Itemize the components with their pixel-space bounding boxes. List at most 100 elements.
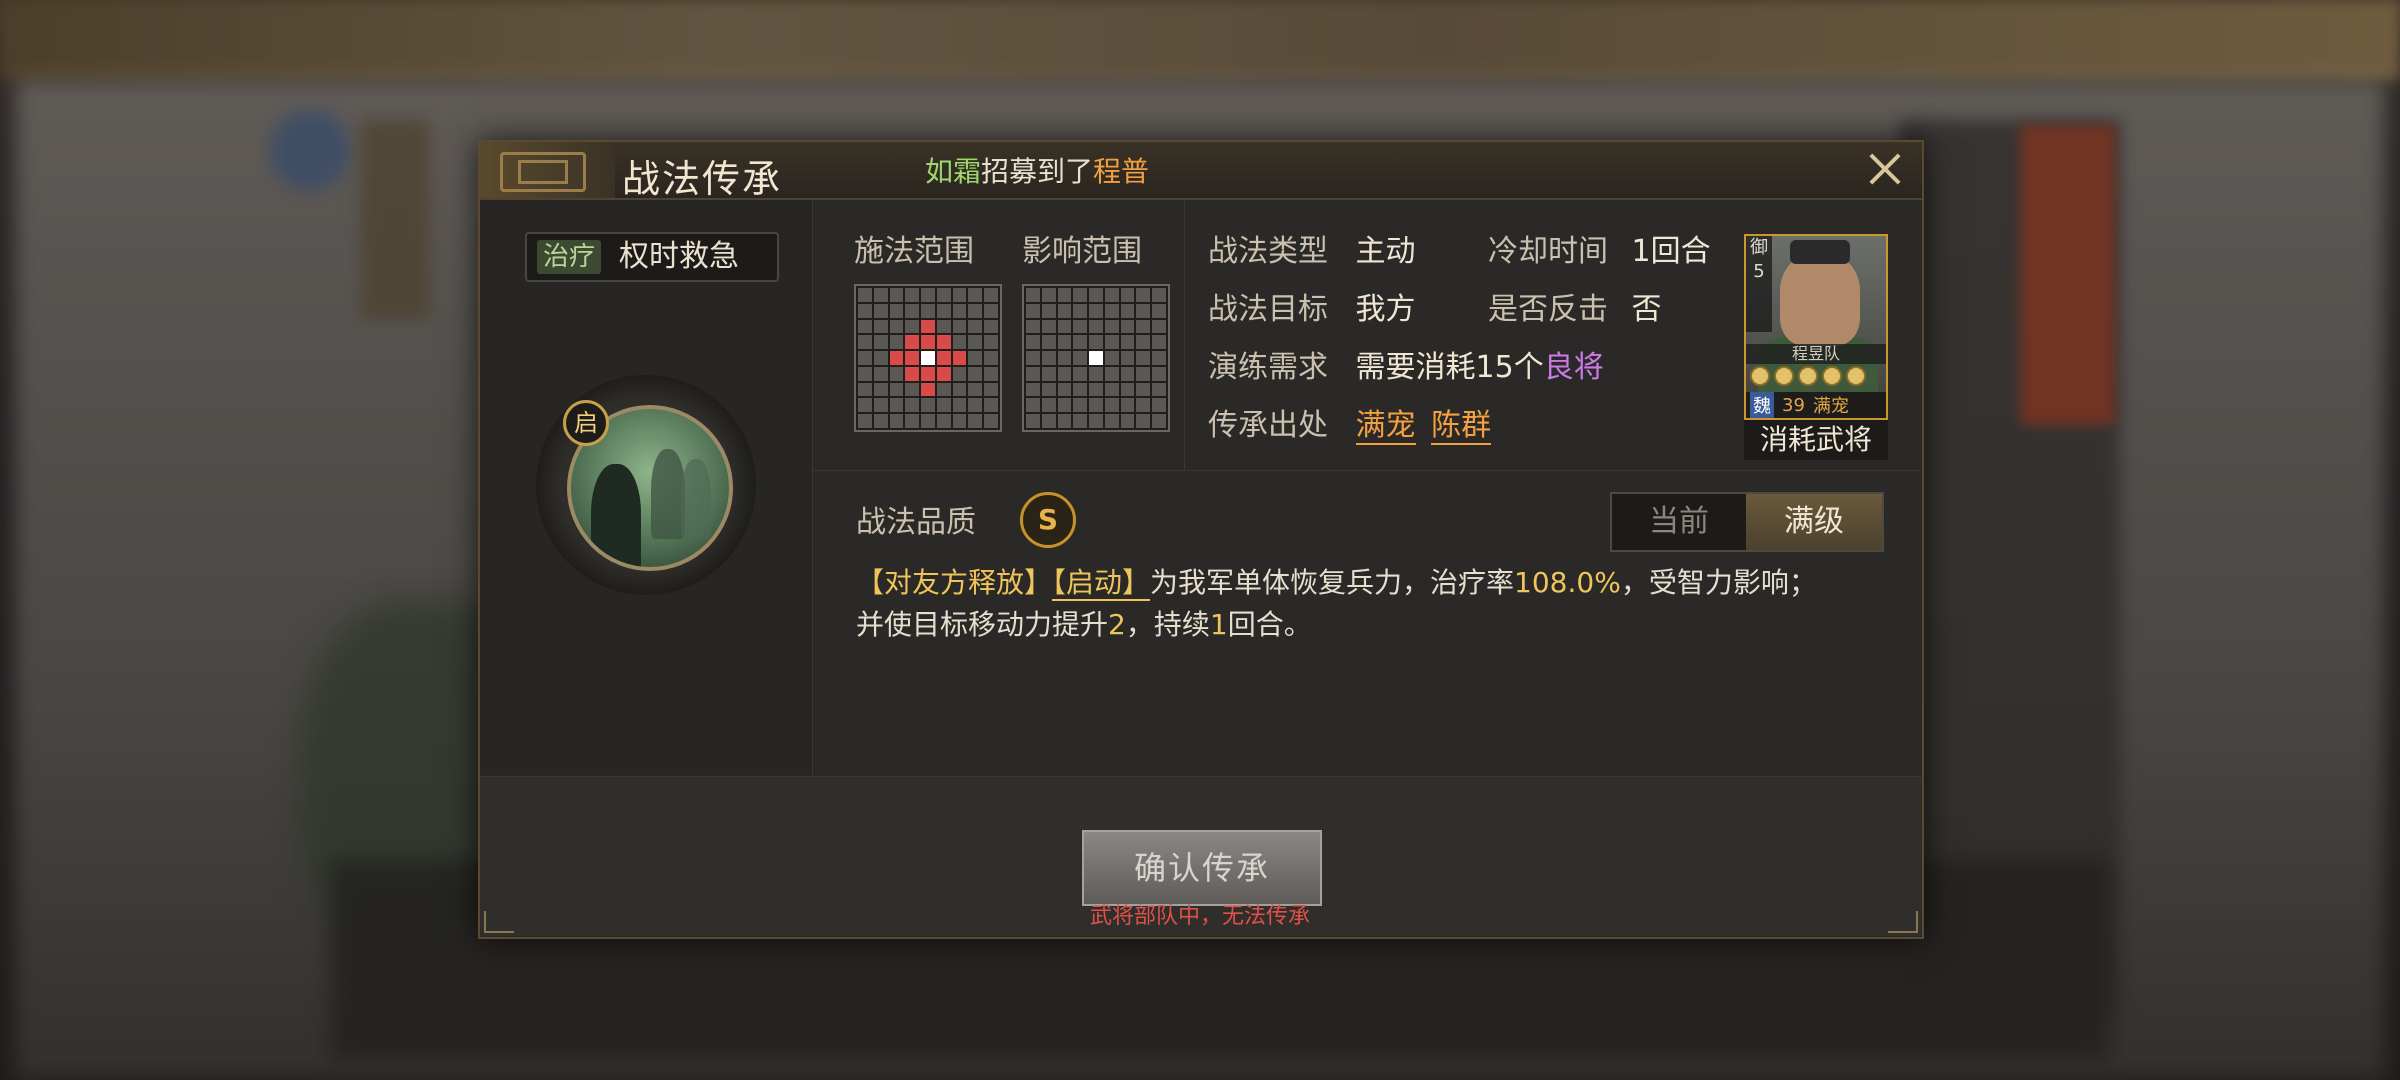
range-cell	[858, 398, 872, 413]
source-label: 传承出处	[1208, 408, 1328, 443]
range-cell	[1057, 398, 1072, 413]
range-cell	[968, 414, 983, 428]
range-cell	[889, 351, 904, 365]
range-cell	[936, 398, 951, 413]
range-cell	[905, 366, 920, 381]
source-general-2[interactable]: 陈群	[1431, 408, 1492, 445]
range-cell	[1041, 303, 1056, 318]
range-cell	[921, 288, 935, 302]
range-cell	[968, 366, 983, 381]
cooldown-label: 冷却时间	[1488, 234, 1608, 269]
range-cell	[1026, 414, 1040, 428]
range-cell	[921, 303, 935, 318]
range-cell	[1120, 319, 1135, 334]
range-cell	[1120, 414, 1135, 428]
range-cell	[1120, 366, 1135, 381]
range-cell	[921, 335, 935, 350]
divider	[812, 470, 1920, 471]
counter-value: 否	[1631, 292, 1662, 327]
confirm-inherit-button[interactable]: 确认传承	[1082, 830, 1322, 906]
source-general-1[interactable]: 满宠	[1355, 408, 1416, 445]
range-cell	[984, 288, 998, 302]
range-cell	[952, 366, 967, 381]
range-cell	[1104, 398, 1119, 413]
cooldown-value: 1回合	[1631, 234, 1711, 269]
range-cell	[858, 288, 872, 302]
range-cell	[873, 398, 888, 413]
dialog-title: 战法传承	[622, 157, 783, 201]
range-cell	[1152, 414, 1166, 428]
range-cell	[1041, 288, 1056, 302]
range-cell	[952, 303, 967, 318]
range-cell	[1089, 288, 1103, 302]
range-cell	[873, 351, 888, 365]
range-cell	[1104, 288, 1119, 302]
cast-range-label: 施法范围	[854, 234, 974, 269]
title-bar: 战法传承 如霜招募到了程普	[480, 142, 1922, 201]
desc-tag-2: 【启动】	[1052, 566, 1151, 601]
range-cell	[1026, 366, 1040, 381]
range-cell	[1136, 319, 1151, 334]
range-cell	[1104, 335, 1119, 350]
range-cell	[1152, 398, 1166, 413]
desc-text-2: ，受智力影响；	[1620, 566, 1817, 599]
notice-player: 如霜	[925, 155, 982, 188]
range-cell	[936, 335, 951, 350]
range-cell	[858, 366, 872, 381]
range-cell	[1041, 398, 1056, 413]
toggle-max[interactable]: 满级	[1746, 494, 1882, 550]
card-side-info: 御 5	[1746, 236, 1772, 332]
range-cell	[968, 335, 983, 350]
range-cell	[984, 319, 998, 334]
range-cell	[921, 382, 935, 397]
target-value: 我方	[1355, 292, 1416, 327]
consumed-general-card[interactable]: 御 5 程昱队 魏 39 满宠	[1744, 234, 1888, 420]
range-cell	[984, 398, 998, 413]
toggle-current[interactable]: 当前	[1612, 494, 1746, 550]
range-cell	[1073, 351, 1088, 365]
notice-text: 招募到了	[981, 155, 1094, 188]
range-cell	[1089, 351, 1103, 365]
range-cell	[1041, 366, 1056, 381]
range-cell	[1057, 382, 1072, 397]
range-cell	[1089, 414, 1103, 428]
desc-boost: 2	[1108, 608, 1126, 641]
range-cell	[1089, 382, 1103, 397]
range-cell	[1152, 335, 1166, 350]
range-cell	[1089, 303, 1103, 318]
range-cell	[1152, 288, 1166, 302]
range-cell	[921, 398, 935, 413]
practice-label: 演练需求	[1208, 350, 1328, 385]
range-cell	[1104, 303, 1119, 318]
range-cell	[1152, 303, 1166, 318]
range-cell	[1073, 319, 1088, 334]
range-cell	[936, 382, 951, 397]
range-cell	[936, 351, 951, 365]
target-label: 战法目标	[1208, 292, 1328, 327]
range-cell	[1057, 288, 1072, 302]
range-cell	[858, 414, 872, 428]
range-cell	[1089, 335, 1103, 350]
practice-item: 良将	[1543, 350, 1604, 385]
skill-name: 权时救急	[619, 239, 739, 274]
range-cell	[1136, 303, 1151, 318]
range-cell	[1041, 351, 1056, 365]
effect-range-label: 影响范围	[1022, 234, 1142, 269]
range-cell	[1089, 398, 1103, 413]
skill-description: 【对友方释放】【启动】为我军单体恢复兵力，治疗率108.0%，受智力影响； 并使…	[856, 562, 1906, 646]
range-cell	[873, 382, 888, 397]
range-cell	[1026, 288, 1040, 302]
range-cell	[1073, 382, 1088, 397]
card-faction: 魏	[1750, 392, 1774, 418]
skill-panel: 治疗 权时救急 启	[480, 200, 813, 775]
desc-text-3: 并使目标移动力提升	[856, 608, 1109, 641]
range-cell	[905, 288, 920, 302]
range-cell	[984, 335, 998, 350]
range-cell	[921, 366, 935, 381]
skill-label: 治疗 权时救急	[525, 232, 779, 282]
range-cell	[889, 366, 904, 381]
desc-rate: 108.0%	[1514, 566, 1621, 599]
range-cell	[1057, 366, 1072, 381]
range-cell	[968, 382, 983, 397]
close-icon[interactable]	[1862, 146, 1908, 192]
